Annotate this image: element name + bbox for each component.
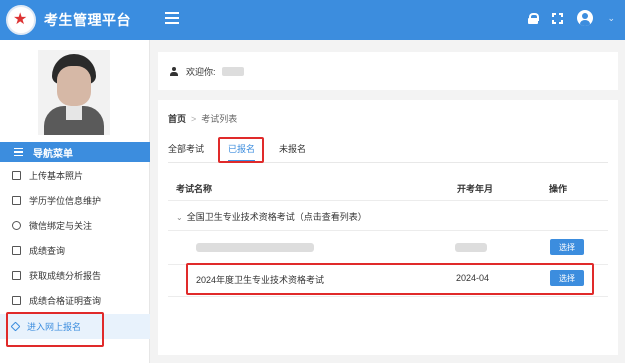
column-header-date: 开考年月 — [457, 184, 494, 194]
sidebar-item-wechat[interactable]: 微信绑定与关注 — [0, 213, 150, 238]
breadcrumb-home[interactable]: 首页 — [168, 114, 186, 124]
wechat-icon — [12, 221, 21, 230]
divider — [168, 230, 608, 231]
chevron-down-icon[interactable]: ⌄ — [607, 13, 615, 24]
tab-all-exams[interactable]: 全部考试 — [168, 142, 204, 158]
divider — [168, 296, 608, 297]
nav-menu-header: 导航菜单 — [0, 142, 150, 162]
sidebar-item-label: 微信绑定与关注 — [29, 221, 93, 231]
menu-toggle-icon[interactable] — [165, 12, 179, 24]
breadcrumb-current: 考试列表 — [201, 114, 238, 124]
sidebar-item-certificate[interactable]: 成绩合格证明查询 — [0, 288, 150, 313]
highlight-box — [6, 312, 104, 347]
exam-group-row[interactable]: ⌄ 全国卫生专业技术资格考试（点击查看列表） — [176, 210, 367, 223]
redacted-exam-date — [455, 243, 487, 252]
header-icons: ⌄ — [528, 10, 615, 26]
certificate-icon — [12, 296, 21, 305]
chevron-down-icon: ⌄ — [176, 213, 183, 222]
top-bar: ★ 考生管理平台 ⌄ — [0, 0, 625, 40]
select-button[interactable]: 选择 — [550, 239, 584, 255]
sidebar-item-label: 成绩查询 — [29, 246, 66, 256]
sidebar: 导航菜单 上传基本照片 学历学位信息维护 微信绑定与关注 成绩查询 获取成绩分析… — [0, 40, 150, 363]
exam-group-label: 全国卫生专业技术资格考试（点击查看列表） — [186, 212, 367, 222]
brand: ★ 考生管理平台 — [0, 0, 150, 40]
highlight-box — [218, 137, 264, 163]
highlight-box — [186, 263, 594, 295]
image-icon — [12, 171, 21, 180]
main-content: 欢迎你: 首页 > 考试列表 全部考试 已报名 未报名 考试名称 开考年月 操作 ⌄… — [150, 40, 625, 363]
sidebar-item-score-query[interactable]: 成绩查询 — [0, 238, 150, 263]
sidebar-item-education[interactable]: 学历学位信息维护 — [0, 188, 150, 213]
sidebar-item-label: 获取成绩分析报告 — [29, 271, 102, 281]
breadcrumb: 首页 > 考试列表 — [168, 114, 238, 124]
avatar — [38, 50, 110, 135]
nav-menu-title: 导航菜单 — [33, 148, 73, 160]
fullscreen-icon[interactable] — [552, 12, 564, 24]
lock-icon[interactable] — [528, 12, 540, 24]
divider — [168, 200, 608, 201]
logo-icon: ★ — [6, 5, 36, 35]
app-title: 考生管理平台 — [44, 12, 131, 28]
sidebar-item-label: 学历学位信息维护 — [29, 196, 102, 206]
tab-unregistered[interactable]: 未报名 — [279, 142, 306, 158]
document-icon — [12, 246, 21, 255]
user-icon — [170, 66, 178, 76]
column-header-name: 考试名称 — [176, 184, 213, 194]
report-icon — [12, 271, 21, 280]
book-icon — [12, 196, 21, 205]
redacted-exam-name — [196, 243, 314, 252]
user-avatar-icon[interactable] — [577, 10, 594, 26]
list-icon — [14, 146, 23, 159]
sidebar-item-upload-photo[interactable]: 上传基本照片 — [0, 163, 150, 188]
sidebar-item-label: 上传基本照片 — [29, 171, 84, 181]
welcome-bar: 欢迎你: — [158, 52, 618, 90]
column-header-action: 操作 — [549, 184, 568, 194]
exam-list-card: 首页 > 考试列表 全部考试 已报名 未报名 考试名称 开考年月 操作 ⌄ 全国卫生专… — [158, 100, 618, 355]
sidebar-item-label: 成绩合格证明查询 — [29, 296, 102, 306]
welcome-label: 欢迎你: — [186, 66, 216, 77]
redacted-name — [221, 66, 244, 76]
sidebar-item-score-report[interactable]: 获取成绩分析报告 — [0, 263, 150, 288]
